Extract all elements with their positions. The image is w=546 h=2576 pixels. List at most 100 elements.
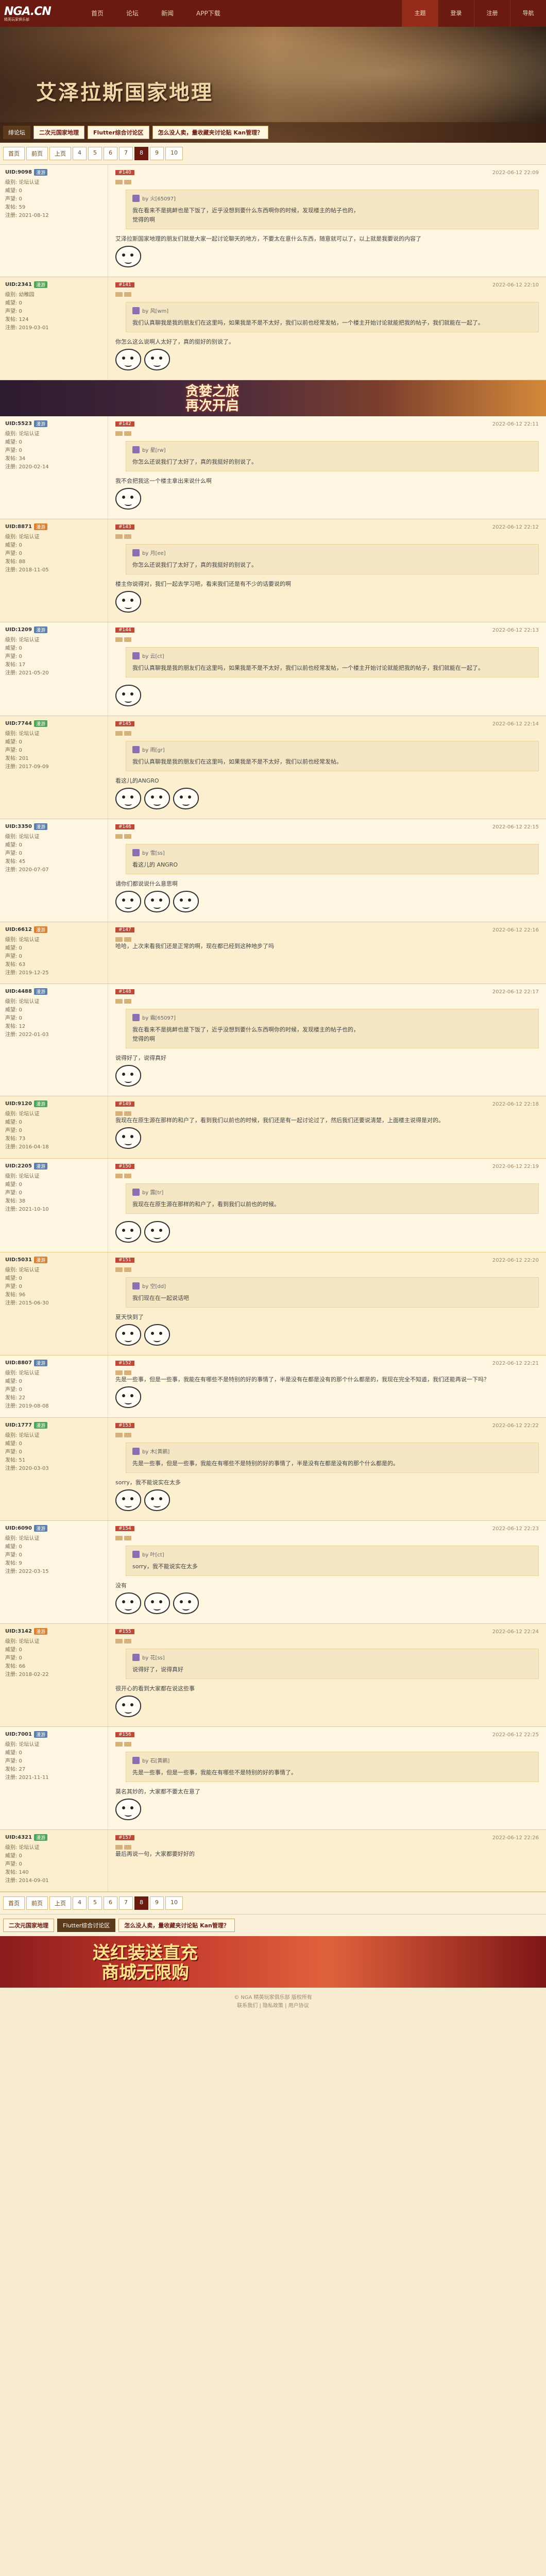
quote-icon[interactable] [124, 431, 131, 436]
quote-icon[interactable] [124, 1174, 131, 1178]
floor-number[interactable]: #145 [115, 721, 134, 726]
nav-news[interactable]: 新闻 [150, 0, 185, 27]
nav-register[interactable]: 注册 [474, 0, 510, 27]
quote-author[interactable]: by 火[65097] [142, 194, 176, 202]
author-uid[interactable]: UID:4321 [5, 1835, 32, 1840]
author-uid[interactable]: UID:8871 [5, 524, 32, 530]
author-uid[interactable]: UID:4488 [5, 989, 32, 994]
quote-icon[interactable] [124, 1433, 131, 1437]
quote-icon[interactable] [124, 1639, 131, 1643]
reply-icon[interactable] [115, 180, 123, 184]
quote-icon[interactable] [124, 834, 131, 839]
bottom-ad-banner[interactable]: 送红装送直充 商城无限购 [0, 1936, 546, 1988]
floor-number[interactable]: #153 [115, 1423, 134, 1428]
subforum-tab[interactable]: Flutter综合讨论区 [88, 126, 149, 139]
subforum-tab[interactable]: Flutter综合讨论区 [57, 1919, 116, 1932]
reply-icon[interactable] [115, 1267, 123, 1272]
nav-navigation[interactable]: 导航 [510, 0, 546, 27]
page-link[interactable]: 9 [150, 147, 164, 160]
reply-icon[interactable] [115, 1639, 123, 1643]
page-link[interactable]: 4 [73, 1896, 87, 1910]
floor-number[interactable]: #141 [115, 282, 134, 287]
author-uid[interactable]: UID:1209 [5, 627, 32, 633]
floor-number[interactable]: #144 [115, 628, 134, 633]
page-link[interactable]: 7 [119, 147, 133, 160]
quote-icon[interactable] [124, 1742, 131, 1747]
floor-number[interactable]: #154 [115, 1526, 134, 1531]
quote-icon[interactable] [124, 1370, 131, 1375]
subforum-tab[interactable]: 二次元国家地理 [33, 126, 84, 139]
reply-icon[interactable] [115, 834, 123, 839]
quote-author[interactable]: by 星[rw] [142, 446, 166, 453]
author-uid[interactable]: UID:2205 [5, 1163, 32, 1169]
quote-author[interactable]: by 风[wm] [142, 307, 168, 314]
page-link[interactable]: 首页 [3, 1896, 25, 1910]
quote-author[interactable]: by 霜[65097] [142, 1013, 176, 1021]
author-uid[interactable]: UID:6090 [5, 1526, 32, 1531]
author-uid[interactable]: UID:2341 [5, 282, 32, 287]
floor-number[interactable]: #142 [115, 421, 134, 427]
quote-icon[interactable] [124, 292, 131, 297]
page-link[interactable]: 9 [150, 1896, 164, 1910]
reply-icon[interactable] [115, 534, 123, 539]
author-uid[interactable]: UID:9098 [5, 170, 32, 175]
quote-icon[interactable] [124, 1536, 131, 1540]
reply-icon[interactable] [115, 999, 123, 1004]
reply-icon[interactable] [115, 1370, 123, 1375]
footer-links[interactable]: 联系我们 | 隐私政策 | 用户协议 [0, 2002, 546, 2010]
author-uid[interactable]: UID:7744 [5, 721, 32, 726]
author-uid[interactable]: UID:7001 [5, 1732, 32, 1737]
reply-icon[interactable] [115, 1433, 123, 1437]
reply-icon[interactable] [115, 292, 123, 297]
page-link[interactable]: 首页 [3, 147, 25, 160]
nav-forum[interactable]: 论坛 [115, 0, 150, 27]
quote-author[interactable]: by 石[黄鹂] [142, 1756, 169, 1764]
nav-home[interactable]: 首页 [80, 0, 115, 27]
quote-icon[interactable] [124, 1267, 131, 1272]
page-link[interactable]: 5 [88, 1896, 102, 1910]
quote-icon[interactable] [124, 637, 131, 642]
quote-author[interactable]: by 空[dd] [142, 1282, 166, 1290]
quote-icon[interactable] [124, 731, 131, 736]
reply-icon[interactable] [115, 1111, 123, 1116]
page-link[interactable]: 7 [119, 1896, 133, 1910]
quote-icon[interactable] [124, 180, 131, 184]
page-link[interactable]: 上页 [49, 147, 71, 160]
reply-icon[interactable] [115, 1845, 123, 1850]
floor-number[interactable]: #157 [115, 1835, 134, 1840]
quote-author[interactable]: by 花[ss] [142, 1653, 165, 1661]
nav-app-download[interactable]: APP下载 [185, 0, 232, 27]
reply-icon[interactable] [115, 431, 123, 436]
page-link[interactable]: 5 [88, 147, 102, 160]
reply-icon[interactable] [115, 637, 123, 642]
reply-icon[interactable] [115, 937, 123, 942]
page-link[interactable]: 10 [165, 1896, 183, 1910]
quote-author[interactable]: by 叶[ct] [142, 1550, 164, 1558]
floor-number[interactable]: #140 [115, 170, 134, 175]
page-link[interactable]: 8 [134, 147, 148, 160]
reply-icon[interactable] [115, 731, 123, 736]
subforum-tab[interactable]: 二次元国家地理 [3, 1919, 54, 1932]
quote-author[interactable]: by 木[黄鹂] [142, 1447, 169, 1455]
author-uid[interactable]: UID:5523 [5, 421, 32, 427]
floor-number[interactable]: #155 [115, 1629, 134, 1634]
top-ad-banner[interactable]: 贪婪之旅 再次开启 [0, 380, 546, 416]
floor-number[interactable]: #146 [115, 824, 134, 829]
quote-icon[interactable] [124, 1111, 131, 1116]
reply-icon[interactable] [115, 1536, 123, 1540]
author-uid[interactable]: UID:9120 [5, 1101, 32, 1107]
quote-icon[interactable] [124, 534, 131, 539]
page-link[interactable]: 10 [165, 147, 183, 160]
quote-icon[interactable] [124, 1845, 131, 1850]
floor-number[interactable]: #151 [115, 1258, 134, 1263]
page-link[interactable]: 上页 [49, 1896, 71, 1910]
quote-icon[interactable] [124, 999, 131, 1004]
author-uid[interactable]: UID:6612 [5, 927, 32, 933]
page-link[interactable]: 8 [134, 1896, 148, 1910]
floor-number[interactable]: #143 [115, 524, 134, 530]
nav-login[interactable]: 登录 [438, 0, 474, 27]
subforum-tab[interactable]: 怎么没人卖，量收藏夹讨论贴 Kan管理？ [118, 1919, 235, 1932]
floor-number[interactable]: #147 [115, 927, 134, 933]
page-link[interactable]: 前页 [26, 147, 48, 160]
quote-author[interactable]: by 雨[gr] [142, 745, 165, 753]
